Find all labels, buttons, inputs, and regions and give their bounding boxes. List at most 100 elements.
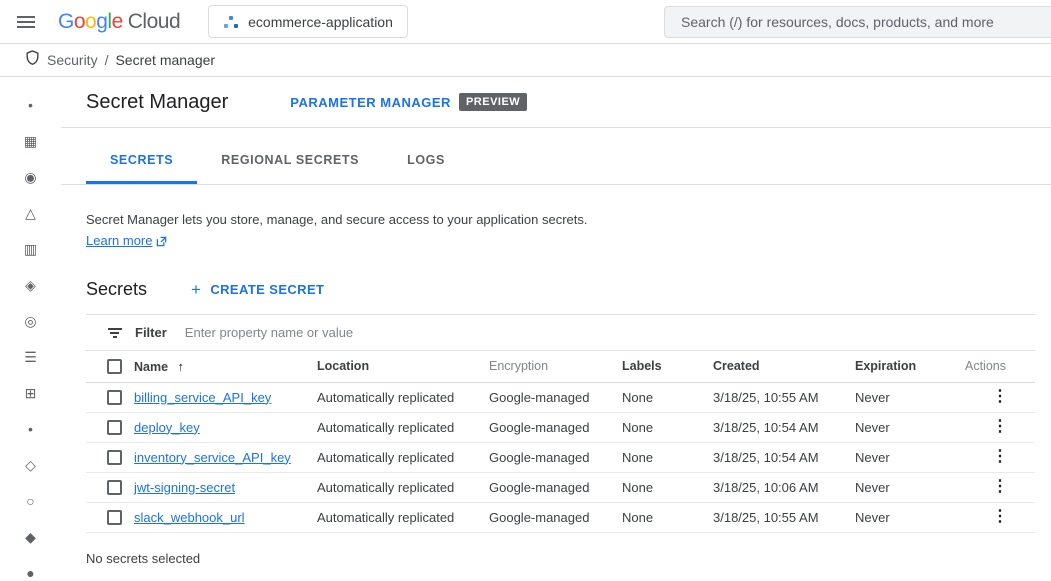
encryption-cell: Google-managed [489, 412, 622, 442]
row-checkbox[interactable] [107, 390, 122, 405]
row-overflow-menu-icon[interactable]: ⋮ [984, 477, 1016, 497]
row-overflow-menu-icon[interactable]: ⋮ [984, 447, 1016, 467]
row-overflow-menu-icon[interactable]: ⋮ [984, 417, 1016, 437]
sidebar-item[interactable]: ◉ [0, 159, 61, 195]
labels-cell: None [622, 382, 713, 412]
column-header-actions: Actions [965, 351, 1035, 382]
search-input[interactable] [665, 7, 1051, 37]
breadcrumb: Security / Secret manager [0, 44, 1051, 77]
filter-label: Filter [135, 325, 167, 340]
row-checkbox[interactable] [107, 450, 122, 465]
preview-badge: PREVIEW [459, 93, 527, 111]
hamburger-menu-icon[interactable] [8, 4, 44, 40]
project-selector[interactable]: ecommerce-application [208, 5, 408, 38]
selection-status: No secrets selected [86, 551, 1026, 566]
actions-cell: ⋮ [965, 472, 1035, 502]
breadcrumb-section[interactable]: Security [47, 52, 98, 68]
actions-cell: ⋮ [965, 442, 1035, 472]
parameter-manager-link[interactable]: PARAMETER MANAGER [290, 95, 451, 110]
checkbox-cell [86, 382, 134, 412]
secret-name-link[interactable]: inventory_service_API_key [134, 450, 291, 465]
logo-letter: o [74, 10, 85, 33]
row-checkbox[interactable] [107, 480, 122, 495]
checkbox-cell [86, 442, 134, 472]
shield-account-icon: ◉ [24, 170, 36, 184]
menu-dot-icon: • [28, 98, 33, 112]
shield-lock-icon: ◆ [25, 530, 36, 544]
column-header-created: Created [713, 351, 855, 382]
sidebar-item[interactable]: ◇ [0, 447, 61, 483]
google-logo-word: Google [58, 10, 123, 34]
menu-dot-icon: • [28, 422, 33, 436]
name-cell: slack_webhook_url [134, 502, 317, 532]
secrets-table-card: Filter Name ↑ Location En [86, 314, 1035, 533]
sidebar-item[interactable]: ☰ [0, 339, 61, 375]
dashboard-icon: ▦ [24, 134, 37, 148]
secrets-table: Name ↑ Location Encryption Labels Create… [86, 351, 1035, 533]
sidebar-item[interactable]: ◆ [0, 519, 61, 555]
alert-icon: △ [25, 206, 36, 220]
learn-more-link[interactable]: Learn more [86, 231, 167, 251]
checkbox-cell [86, 472, 134, 502]
sidebar-item[interactable]: • [0, 411, 61, 447]
labels-cell: None [622, 472, 713, 502]
location-cell: Automatically replicated [317, 412, 489, 442]
network-icon: ◈ [25, 278, 36, 292]
row-checkbox[interactable] [107, 510, 122, 525]
sidebar-item[interactable]: • [0, 87, 61, 123]
tab-logs[interactable]: LOGS [383, 136, 469, 184]
sidebar-item[interactable]: ⊞ [0, 375, 61, 411]
name-cell: deploy_key [134, 412, 317, 442]
row-checkbox[interactable] [107, 420, 122, 435]
sidebar-item[interactable]: ◈ [0, 267, 61, 303]
sidebar-item[interactable]: ○ [0, 483, 61, 519]
expiration-cell: Never [855, 382, 965, 412]
sidebar-item[interactable]: ▦ [0, 123, 61, 159]
column-header-encryption: Encryption [489, 351, 622, 382]
breadcrumb-page: Secret manager [115, 52, 215, 68]
security-shield-icon [25, 49, 40, 71]
sort-ascending-icon[interactable]: ↑ [178, 359, 185, 374]
cloud-logo-word: Cloud [128, 10, 180, 34]
encryption-cell: Google-managed [489, 382, 622, 412]
scan-icon: ◎ [24, 314, 36, 328]
filter-input[interactable] [185, 315, 1035, 350]
name-cell: jwt-signing-secret [134, 472, 317, 502]
labels-cell: None [622, 412, 713, 442]
secret-name-link[interactable]: jwt-signing-secret [134, 480, 235, 495]
google-cloud-logo: Google Cloud [58, 10, 180, 34]
encryption-cell: Google-managed [489, 442, 622, 472]
secret-name-link[interactable]: deploy_key [134, 420, 200, 435]
column-header-location: Location [317, 351, 489, 382]
row-overflow-menu-icon[interactable]: ⋮ [984, 507, 1016, 527]
tab-secrets[interactable]: SECRETS [86, 136, 197, 184]
actions-cell: ⋮ [965, 382, 1035, 412]
location-cell: Automatically replicated [317, 382, 489, 412]
add-icon: + [191, 281, 201, 298]
apps-grid-icon: ⊞ [25, 386, 37, 400]
sidebar-item[interactable]: ▥ [0, 231, 61, 267]
tab-regional-secrets[interactable]: REGIONAL SECRETS [197, 136, 383, 184]
expiration-cell: Never [855, 412, 965, 442]
secret-name-link[interactable]: billing_service_API_key [134, 390, 271, 405]
row-overflow-menu-icon[interactable]: ⋮ [984, 387, 1016, 407]
logo-letter: o [85, 10, 96, 33]
chart-icon: ▥ [24, 242, 37, 256]
select-all-checkbox[interactable] [107, 359, 122, 374]
top-app-bar: Google Cloud ecommerce-application [0, 0, 1051, 44]
learn-more-label: Learn more [86, 231, 152, 251]
sidebar-item[interactable]: △ [0, 195, 61, 231]
filter-icon [107, 328, 122, 338]
column-header-name[interactable]: Name [134, 360, 168, 374]
secret-name-link[interactable]: slack_webhook_url [134, 510, 245, 525]
logo-letter: G [58, 10, 74, 33]
create-secret-button[interactable]: + CREATE SECRET [191, 281, 324, 298]
sidebar-item[interactable]: ◎ [0, 303, 61, 339]
section-title: Secrets [86, 279, 147, 300]
global-search-bar [664, 6, 1051, 38]
expiration-cell: Never [855, 502, 965, 532]
expiration-cell: Never [855, 442, 965, 472]
sidebar-item[interactable]: ● [0, 555, 61, 581]
location-cell: Automatically replicated [317, 442, 489, 472]
column-header-labels: Labels [622, 351, 713, 382]
